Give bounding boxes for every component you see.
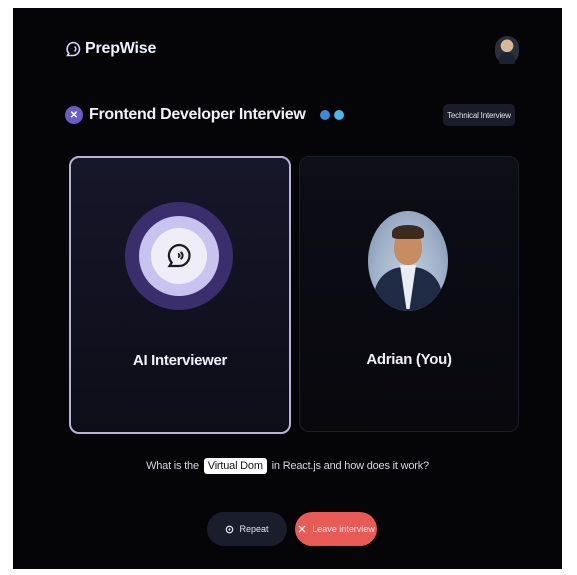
brand-name: PrepWise xyxy=(85,40,157,57)
user-photo xyxy=(368,211,448,311)
interview-title: Frontend Developer Interview xyxy=(89,106,306,123)
user-avatar[interactable] xyxy=(495,36,519,64)
interview-app: PrepWise ✕ Frontend Developer Interview … xyxy=(13,8,562,569)
leave-interview-button[interactable]: Leave interview xyxy=(295,512,377,546)
ai-interviewer-label: AI Interviewer xyxy=(132,352,228,369)
question-prefix: What is the xyxy=(146,460,199,472)
repeat-label: Repeat xyxy=(239,524,269,534)
current-question: What is the Virtual Dom in React.js and … xyxy=(13,458,562,474)
repeat-button[interactable]: Repeat xyxy=(207,512,287,546)
react-icon xyxy=(319,110,330,120)
leave-call-icon xyxy=(298,525,306,533)
tech-stack-icons xyxy=(319,110,344,120)
interview-type-tag: Technical Interview xyxy=(443,104,515,126)
interview-role-icon: ✕ xyxy=(65,106,83,124)
leave-label: Leave interview xyxy=(312,524,375,534)
tailwind-icon xyxy=(333,110,344,120)
question-suffix: in React.js and how does it work? xyxy=(271,460,429,472)
user-card: Adrian (You) xyxy=(299,156,519,432)
ai-voice-icon xyxy=(167,243,191,268)
question-highlight: Virtual Dom xyxy=(203,458,267,474)
user-label: Adrian (You) xyxy=(366,351,452,368)
ai-interviewer-card: AI Interviewer xyxy=(69,156,291,434)
chat-bubble-icon xyxy=(66,41,81,57)
ai-avatar xyxy=(139,216,219,296)
brand-logo[interactable]: PrepWise xyxy=(65,40,156,58)
repeat-icon xyxy=(226,525,234,533)
interview-title-row: ✕ Frontend Developer Interview xyxy=(65,106,344,124)
